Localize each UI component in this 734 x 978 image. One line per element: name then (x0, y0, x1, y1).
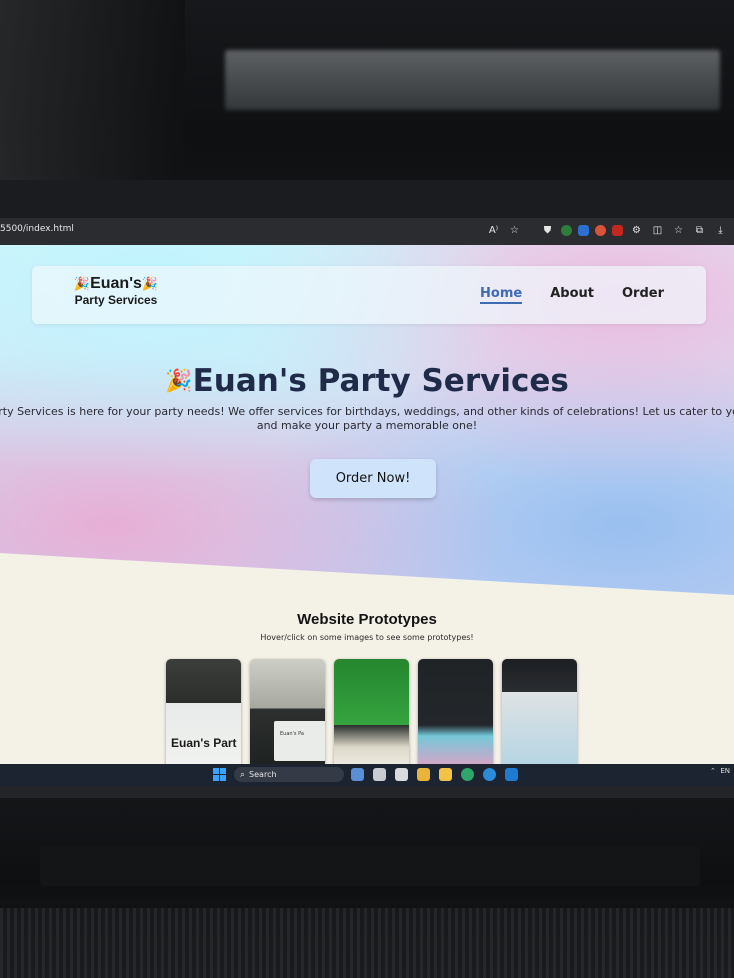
monitor-bezel (0, 180, 734, 218)
extension-icon[interactable] (595, 225, 606, 236)
extension-icon[interactable] (578, 225, 589, 236)
nav-about[interactable]: About (550, 286, 594, 304)
card-caption: Euan's Pa (280, 731, 304, 737)
extension-icon[interactable] (561, 225, 572, 236)
photo-background-top (0, 0, 734, 218)
pdf-icon[interactable] (612, 225, 623, 236)
widgets-icon[interactable] (351, 768, 364, 781)
prototype-card[interactable] (418, 659, 493, 764)
browser-toolbar: 5500/index.html A⁾ ☆ ⛊ ⚙ ◫ ☆ ⧉ ⤓ (0, 218, 734, 246)
card-screenshot (274, 721, 325, 761)
monitor-bottom-bezel (0, 786, 734, 798)
windows-start-icon[interactable] (213, 768, 226, 781)
prototype-card[interactable] (334, 659, 409, 764)
task-view-icon[interactable] (373, 768, 386, 781)
chevron-up-icon: ⌃ (710, 767, 716, 775)
edge-icon[interactable] (461, 768, 474, 781)
prototypes-title: Website Prototypes (297, 611, 437, 628)
address-bar[interactable]: 5500/index.html (0, 224, 74, 234)
logo-subtitle: Party Services (74, 293, 158, 307)
navbar: 🎉Euan's🎉 Party Services Home About Order (32, 266, 706, 324)
prototype-gallery: Euan's Part Euan's Pa (166, 659, 577, 764)
speaker-grille (0, 908, 734, 978)
collections-icon[interactable]: ⧉ (692, 223, 707, 238)
vscode-icon[interactable] (505, 768, 518, 781)
taskbar-search[interactable]: ⌕ Search (234, 767, 344, 782)
background-object (225, 50, 720, 110)
system-tray[interactable]: ⌃ EN (710, 767, 730, 775)
toolbar-icons: A⁾ ☆ ⛊ ⚙ ◫ ☆ ⧉ ⤓ (486, 223, 728, 238)
hero-description: 's Party Services is here for your party… (0, 405, 734, 432)
prototypes-subtitle: Hover/click on some images to see some p… (260, 633, 474, 642)
favorites-icon[interactable]: ☆ (671, 223, 686, 238)
web-page: 🎉Euan's🎉 Party Services Home About Order… (0, 245, 734, 764)
prototype-card[interactable]: Euan's Pa (250, 659, 325, 764)
read-aloud-icon[interactable]: A⁾ (486, 223, 501, 238)
puzzle-icon[interactable]: ⚙ (629, 223, 644, 238)
screen: 5500/index.html A⁾ ☆ ⛊ ⚙ ◫ ☆ ⧉ ⤓ 🎉Euan's… (0, 218, 734, 786)
party-popper-icon: 🎉 (165, 369, 193, 394)
laptop-body (0, 786, 734, 978)
taskbar: ⌕ Search ⌃ EN (0, 764, 734, 786)
nav-links: Home About Order (480, 286, 664, 304)
nav-order[interactable]: Order (622, 286, 664, 304)
search-icon: ⌕ (240, 769, 246, 780)
shield-icon[interactable]: ⛊ (540, 223, 555, 238)
file-explorer-icon[interactable] (417, 768, 430, 781)
background-shadow (0, 0, 185, 180)
nav-home[interactable]: Home (480, 286, 523, 304)
card-caption: Euan's Part (171, 736, 237, 750)
party-popper-icon: 🎉 (141, 276, 159, 291)
folder-icon[interactable] (439, 768, 452, 781)
star-icon[interactable]: ☆ (507, 223, 522, 238)
laptop-base (40, 846, 700, 886)
page-title: 🎉Euan's Party Services (165, 363, 569, 399)
prototype-card[interactable] (502, 659, 577, 764)
party-popper-icon: 🎉 (73, 276, 91, 291)
calendar-icon[interactable] (395, 768, 408, 781)
site-logo[interactable]: 🎉Euan's🎉 Party Services (66, 275, 166, 315)
split-view-icon[interactable]: ◫ (650, 223, 665, 238)
chrome-icon[interactable] (483, 768, 496, 781)
download-icon[interactable]: ⤓ (713, 223, 728, 238)
order-now-button[interactable]: Order Now! (310, 459, 436, 498)
prototype-card[interactable]: Euan's Part (166, 659, 241, 764)
